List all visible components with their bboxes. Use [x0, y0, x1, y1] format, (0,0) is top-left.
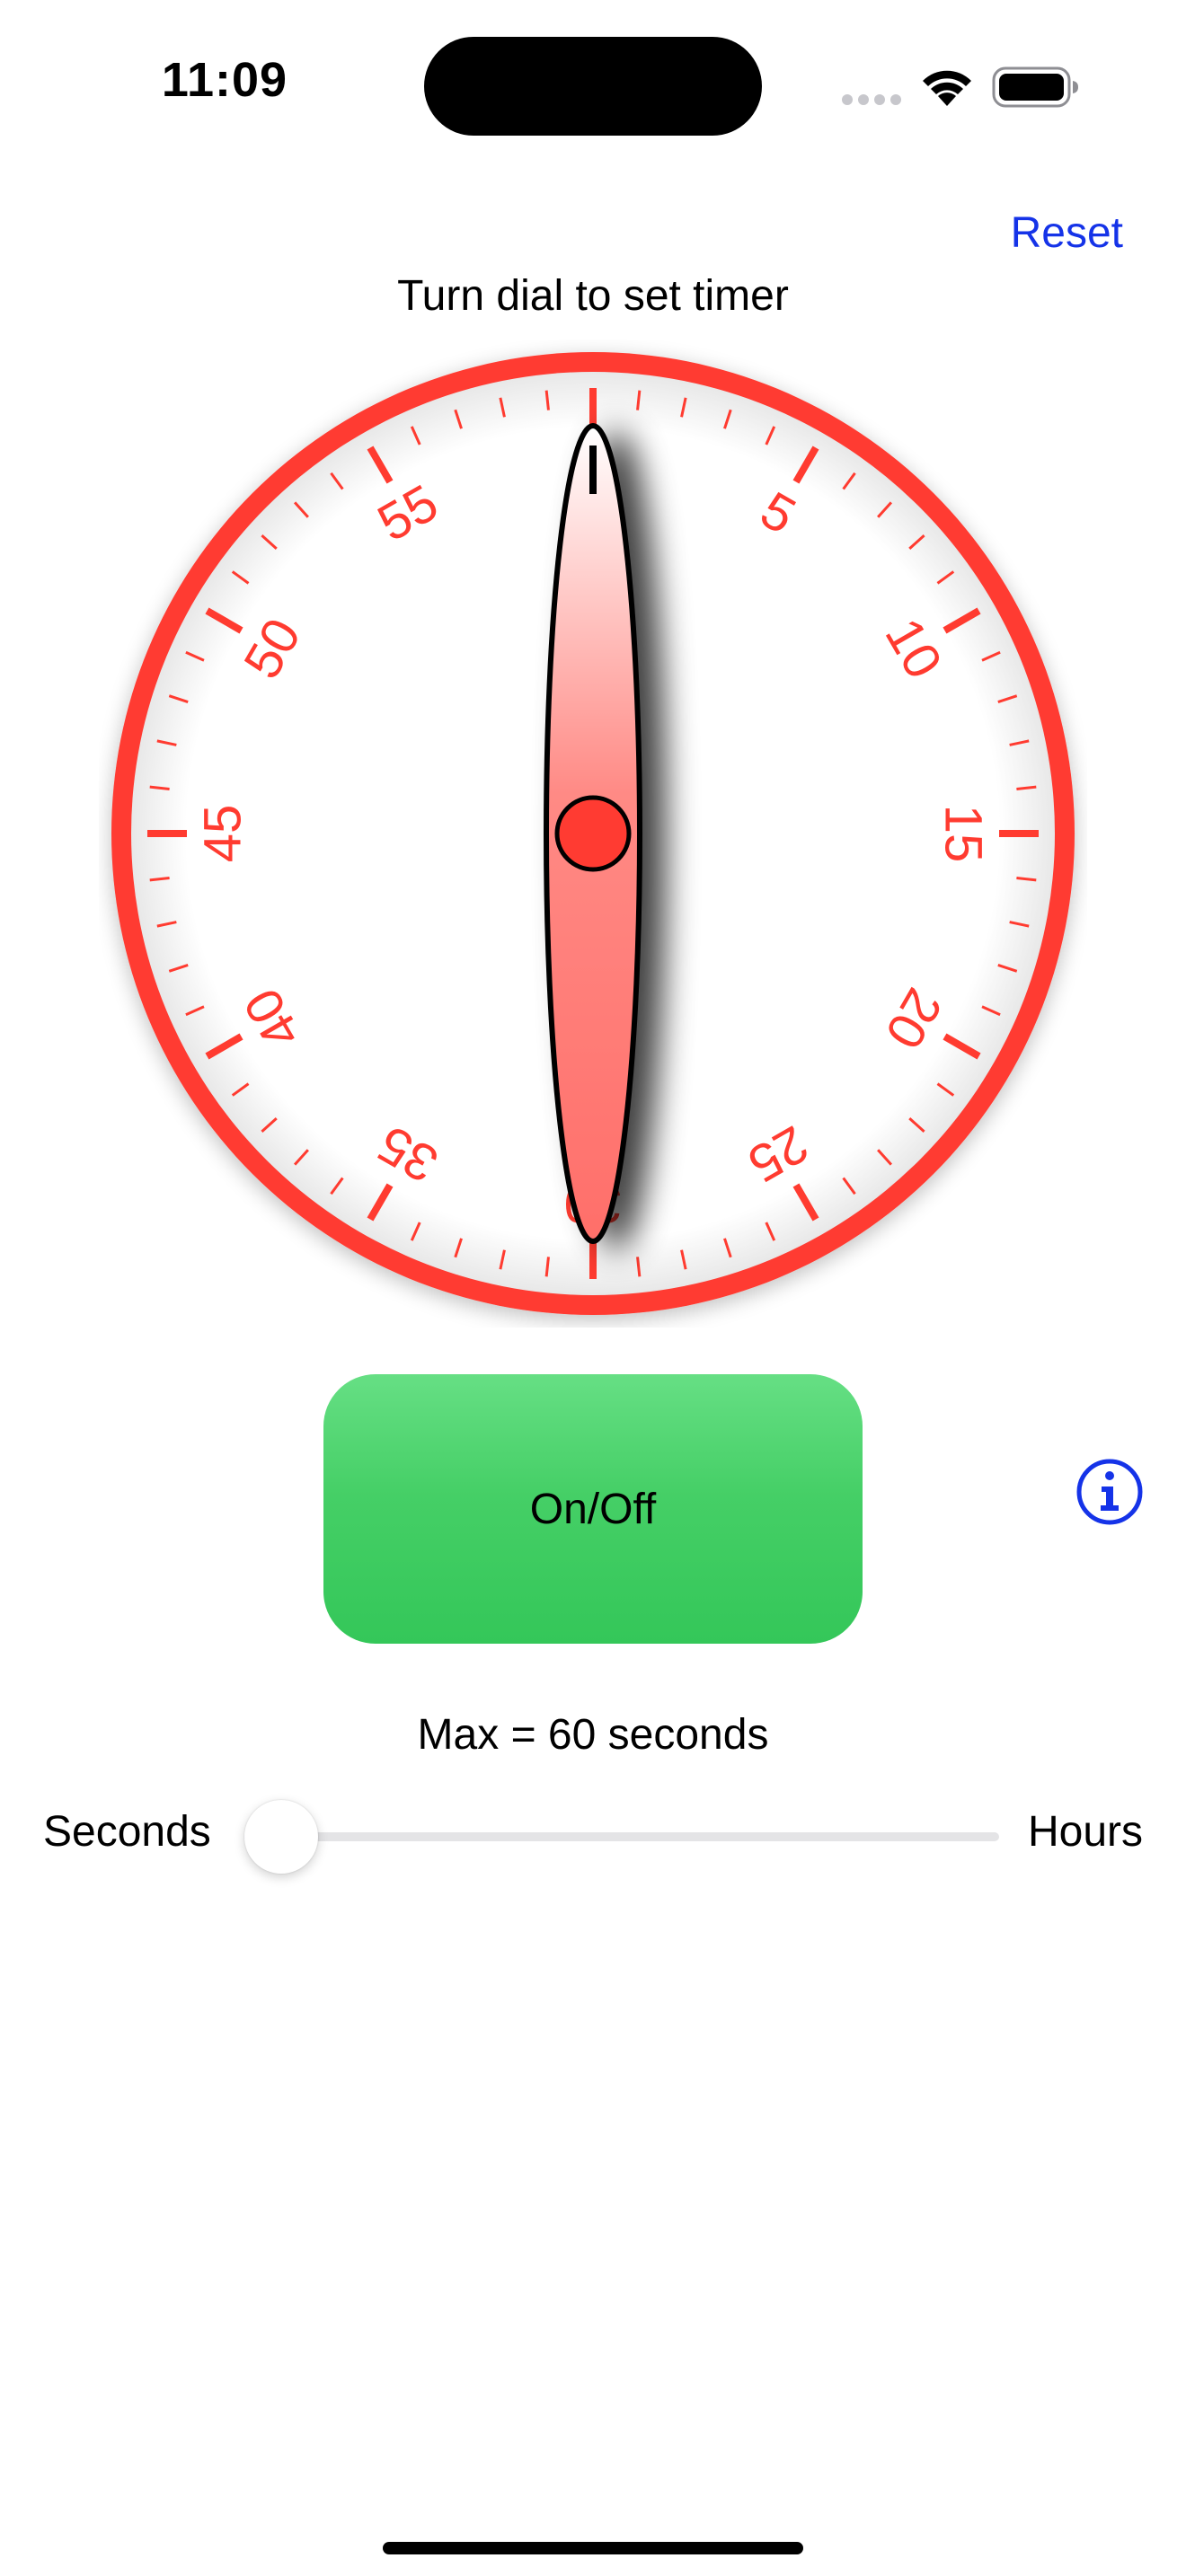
info-circle-icon[interactable]: [1075, 1457, 1145, 1527]
onoff-label: On/Off: [529, 1485, 657, 1533]
dial-label-45: 45: [194, 805, 252, 863]
dial-label-15: 15: [934, 805, 993, 863]
reset-button[interactable]: Reset: [1011, 208, 1123, 258]
range-slider[interactable]: [244, 1800, 999, 1874]
slider-min-label: Seconds: [43, 1808, 211, 1856]
battery-icon: [992, 66, 1078, 108]
slider-max-label: Hours: [1027, 1808, 1143, 1856]
timer-screen: 11:09 Reset Turn dial to set timer 5 10 …: [0, 0, 1186, 2576]
status-time: 11:09: [161, 53, 288, 107]
home-indicator: [383, 2542, 803, 2554]
wifi-icon: [923, 70, 971, 106]
dynamic-island: [424, 37, 762, 136]
timer-dial[interactable]: 0510152025303540455055: [99, 340, 1087, 1328]
slider-thumb[interactable]: [244, 1800, 318, 1874]
slider-track: [244, 1832, 999, 1841]
cellular-signal-icon: [842, 94, 901, 105]
instruction-text: Turn dial to set timer: [397, 272, 789, 320]
onoff-button[interactable]: On/Off: [323, 1374, 863, 1644]
max-duration-label: Max = 60 seconds: [417, 1711, 769, 1759]
dial-hand[interactable]: [544, 423, 642, 1244]
dial-pivot: [554, 795, 632, 872]
